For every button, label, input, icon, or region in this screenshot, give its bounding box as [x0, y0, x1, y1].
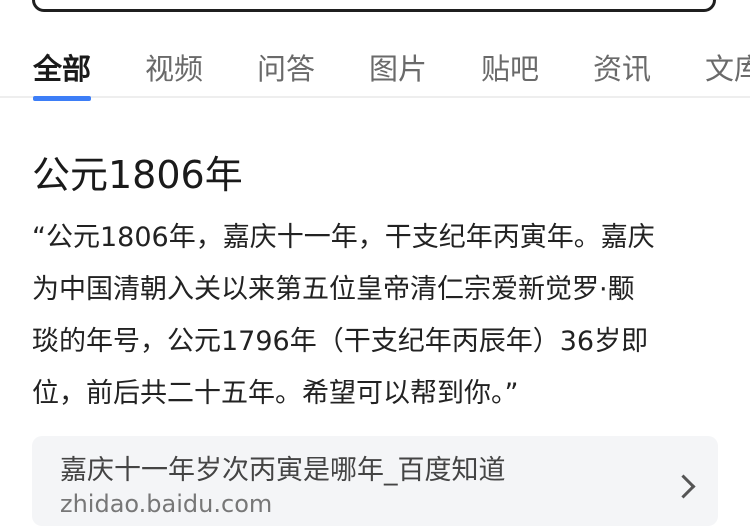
search-box[interactable] [32, 0, 716, 12]
answer-body: “公元1806年，嘉庆十一年，干支纪年丙寅年。嘉庆 为中国清朝入关以来第五位皇帝… [32, 212, 726, 420]
tab-all[interactable]: 全部 [33, 46, 91, 88]
source-card[interactable]: 嘉庆十一年岁次丙寅是哪年_百度知道 zhidao.baidu.com [32, 436, 718, 526]
source-url: zhidao.baidu.com [60, 490, 273, 518]
tab-tieba[interactable]: 贴吧 [481, 46, 539, 88]
tab-images[interactable]: 图片 [369, 46, 427, 88]
tab-wenku[interactable]: 文库 [705, 46, 750, 88]
tab-qa[interactable]: 问答 [257, 46, 315, 88]
answer-line: 为中国清朝入关以来第五位皇帝清仁宗爱新觉罗·颙 [32, 274, 635, 305]
search-tabs: 全部 视频 问答 图片 贴吧 资讯 文库 [0, 36, 750, 101]
tab-news[interactable]: 资讯 [593, 46, 651, 88]
chevron-right-icon [671, 474, 696, 499]
active-tab-indicator [33, 96, 91, 101]
answer-line: “公元1806年，嘉庆十一年，干支纪年丙寅年。嘉庆 [32, 222, 655, 253]
answer-line: 琰的年号，公元1796年（干支纪年丙辰年）36岁即 [32, 326, 649, 357]
source-title: 嘉庆十一年岁次丙寅是哪年_百度知道 [60, 455, 506, 486]
answer-line: 位，前后共二十五年。希望可以帮到你。” [32, 378, 519, 409]
answer-title: 公元1806年 [32, 153, 243, 197]
tab-video[interactable]: 视频 [145, 46, 203, 88]
